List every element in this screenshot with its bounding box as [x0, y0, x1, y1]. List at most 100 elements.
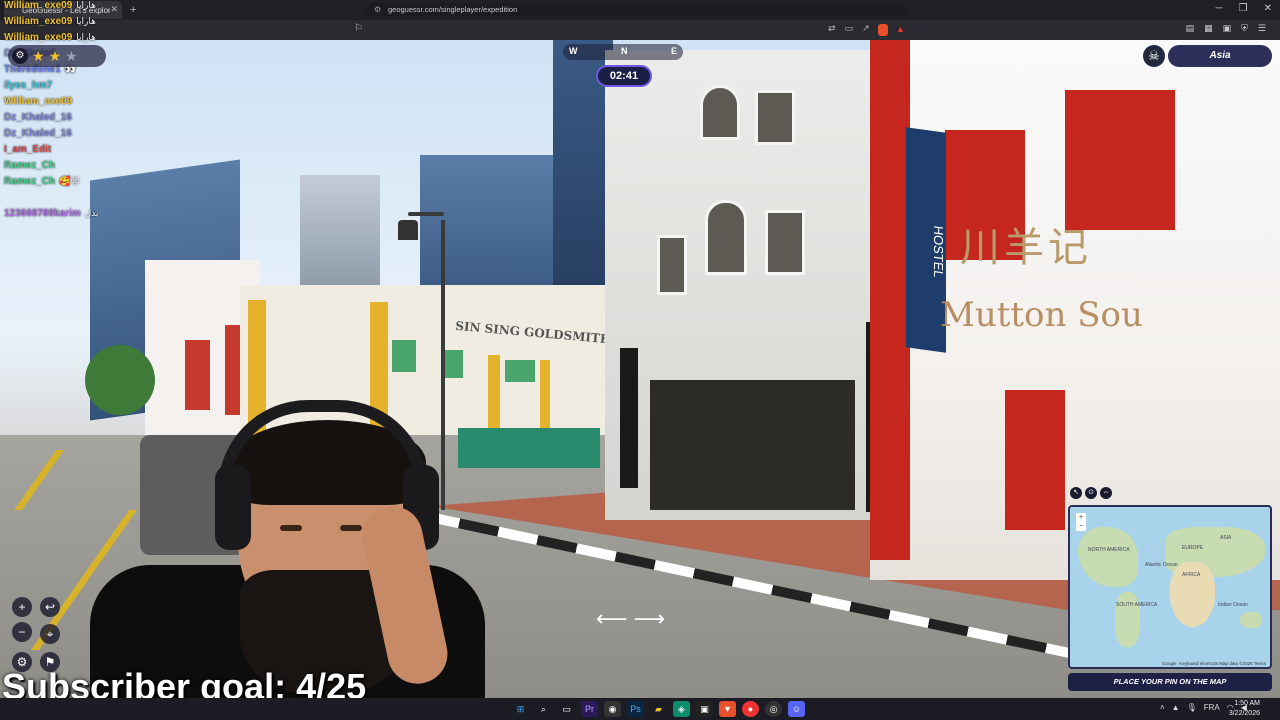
chat-message: William_exe09	[4, 96, 244, 112]
headphone-cup	[215, 465, 251, 550]
guess-map[interactable]: NORTH AMERICA EUROPE ASIA AFRICA SOUTH A…	[1068, 505, 1272, 669]
taskbar-apps: ⊞ ⌕ ▭ Pr ◉ Ps ▰ ◈ ▣ ▼ ● ◎ ☺	[512, 701, 805, 717]
chat-text: 🥰😍	[59, 176, 80, 186]
chat-message: Ramez_Ch	[4, 160, 244, 176]
urlbar-actions: ⇄ ▭ ↗	[828, 23, 870, 34]
settings-icon[interactable]: ⚙	[12, 48, 28, 64]
obs-icon[interactable]: ◎	[765, 701, 782, 717]
taskbar-clock[interactable]: 1:50 AM 3/22/2026	[1229, 699, 1260, 719]
chat-username[interactable]: ilyes_hm7	[4, 80, 52, 91]
minimize-icon[interactable]: ─	[1216, 3, 1223, 14]
move-arrow-icon[interactable]: ⟵ ⟶	[596, 606, 686, 631]
screenshot-icon[interactable]: ▭	[845, 23, 854, 34]
translate-icon[interactable]: ⇄	[828, 23, 836, 34]
chat-text: هارايا	[76, 32, 96, 42]
davinci-icon[interactable]: ◉	[604, 701, 621, 717]
extensions-icon[interactable]: ▦	[1204, 23, 1213, 34]
chat-message: Dz_Khaled_16	[4, 112, 244, 128]
url-text: geoguessr.com/singleplayer/expedition	[388, 5, 518, 14]
skull-icon[interactable]: ☠	[1143, 45, 1165, 67]
chat-message: ilyes_hm7	[4, 80, 244, 96]
chat-username[interactable]: Dz_Khaled_16	[4, 128, 72, 139]
chat-username[interactable]: Ramez_Ch	[4, 160, 55, 171]
brave-rewards-icon[interactable]: ▲	[896, 24, 905, 34]
compass-east: E	[671, 46, 678, 56]
webcam-overlay	[90, 395, 485, 698]
chat-message: I_am_Edit	[4, 144, 244, 160]
wallet-icon[interactable]: ▣	[1223, 23, 1232, 34]
brave-shields-icon[interactable]	[878, 24, 888, 36]
compass: W N E	[563, 44, 683, 60]
chat-username[interactable]: William_exe09	[4, 16, 72, 27]
chat-username[interactable]: William_exe09	[4, 32, 72, 43]
chat-username[interactable]: 123668788karim	[4, 208, 81, 219]
eye	[340, 525, 362, 531]
region-label[interactable]: Asia	[1168, 45, 1272, 67]
skyscraper	[300, 175, 380, 295]
zoom-in-button[interactable]: +	[12, 597, 32, 617]
nvidia-icon[interactable]: ▲	[1172, 703, 1180, 712]
place-pin-button[interactable]: PLACE YOUR PIN ON THE MAP	[1068, 673, 1272, 691]
chat-message: William_exe09 هارايا	[4, 0, 244, 16]
brave-icon[interactable]: ▼	[719, 701, 736, 717]
chat-username[interactable]: I_am_Edit	[4, 144, 51, 155]
menu-icon[interactable]: ☰	[1258, 23, 1266, 34]
audio-icon[interactable]: 🎙	[1187, 703, 1197, 712]
map-label: Atlantic Ocean	[1145, 562, 1178, 568]
premiere-icon[interactable]: Pr	[581, 701, 598, 717]
search-icon[interactable]: ⌕	[535, 701, 552, 717]
map-label: SOUTH AMERICA	[1116, 602, 1158, 608]
language-indicator[interactable]: FRA	[1204, 703, 1220, 712]
eye	[280, 525, 302, 531]
map-label: EUROPE	[1182, 545, 1204, 551]
chat-username[interactable]: William_exe09	[4, 96, 72, 107]
chinese-banner: 川羊记	[960, 225, 1092, 271]
map-pin-icon[interactable]: ⊙	[1085, 487, 1097, 499]
windows-start-icon[interactable]: ⊞	[512, 701, 529, 717]
task-view-icon[interactable]: ▭	[558, 701, 575, 717]
star-icon: ★	[48, 48, 62, 64]
window	[445, 350, 463, 378]
return-to-start-button[interactable]: ⌖	[40, 624, 60, 644]
landmass	[1078, 527, 1138, 587]
zoom-out-button[interactable]: −	[12, 622, 32, 642]
url-field[interactable]: ⚙ geoguessr.com/singleplayer/expedition	[366, 3, 906, 17]
window	[657, 235, 687, 295]
windows-taskbar: ⊞ ⌕ ▭ Pr ◉ Ps ▰ ◈ ▣ ▼ ● ◎ ☺ ˄ ▲ 🎙 FRA ◠ …	[0, 698, 1280, 720]
red-pillar	[870, 40, 910, 560]
chat-message: 123668788karim بدل	[4, 208, 244, 224]
vertical-sign	[620, 348, 638, 488]
app-icon[interactable]: ▣	[696, 701, 713, 717]
file-explorer-icon[interactable]: ▰	[650, 701, 667, 717]
chat-username[interactable]: William_exe09	[4, 0, 72, 11]
site-info-icon[interactable]: ⚙	[374, 3, 381, 17]
pillar	[540, 360, 550, 430]
share-icon[interactable]: ↗	[862, 23, 870, 34]
street-lamp	[408, 212, 444, 216]
capcut-icon[interactable]: ◈	[673, 701, 690, 717]
photoshop-icon[interactable]: Ps	[627, 701, 644, 717]
undo-move-button[interactable]: ↩	[40, 597, 60, 617]
sidebar-icon[interactable]: ▤	[1186, 23, 1195, 34]
chrome-icon[interactable]: ●	[742, 701, 759, 717]
chat-message: Dz_Khaled_16	[4, 128, 244, 144]
map-expand-icon[interactable]: ⇔	[1100, 487, 1112, 499]
map-attribution-logo: Google	[1162, 661, 1177, 666]
map-zoom-control[interactable]: + −	[1076, 513, 1086, 531]
discord-icon[interactable]: ☺	[788, 701, 805, 717]
vpn-icon[interactable]: ⛨	[1241, 23, 1248, 34]
close-window-icon[interactable]: ✕	[1264, 3, 1272, 14]
chat-username[interactable]: Ramez_Ch	[4, 176, 55, 187]
pillar	[488, 355, 500, 430]
maximize-icon[interactable]: ❐	[1239, 3, 1248, 14]
chat-username[interactable]: Dz_Khaled_16	[4, 112, 72, 123]
game-settings-pill: ⚙ ★ ★ ★	[8, 45, 106, 67]
chat-text: بدل	[84, 208, 99, 218]
chevron-up-icon[interactable]: ˄	[1160, 703, 1165, 712]
landmass	[1240, 612, 1262, 628]
chat-message: William_exe09 هارايا	[4, 16, 244, 32]
extension-icons: ▤ ▦ ▣ ⛨ ☰	[1186, 23, 1266, 34]
window	[765, 210, 805, 275]
map-shrink-icon[interactable]: ↖	[1070, 487, 1082, 499]
bookmark-icon[interactable]: ⚐	[354, 23, 363, 34]
